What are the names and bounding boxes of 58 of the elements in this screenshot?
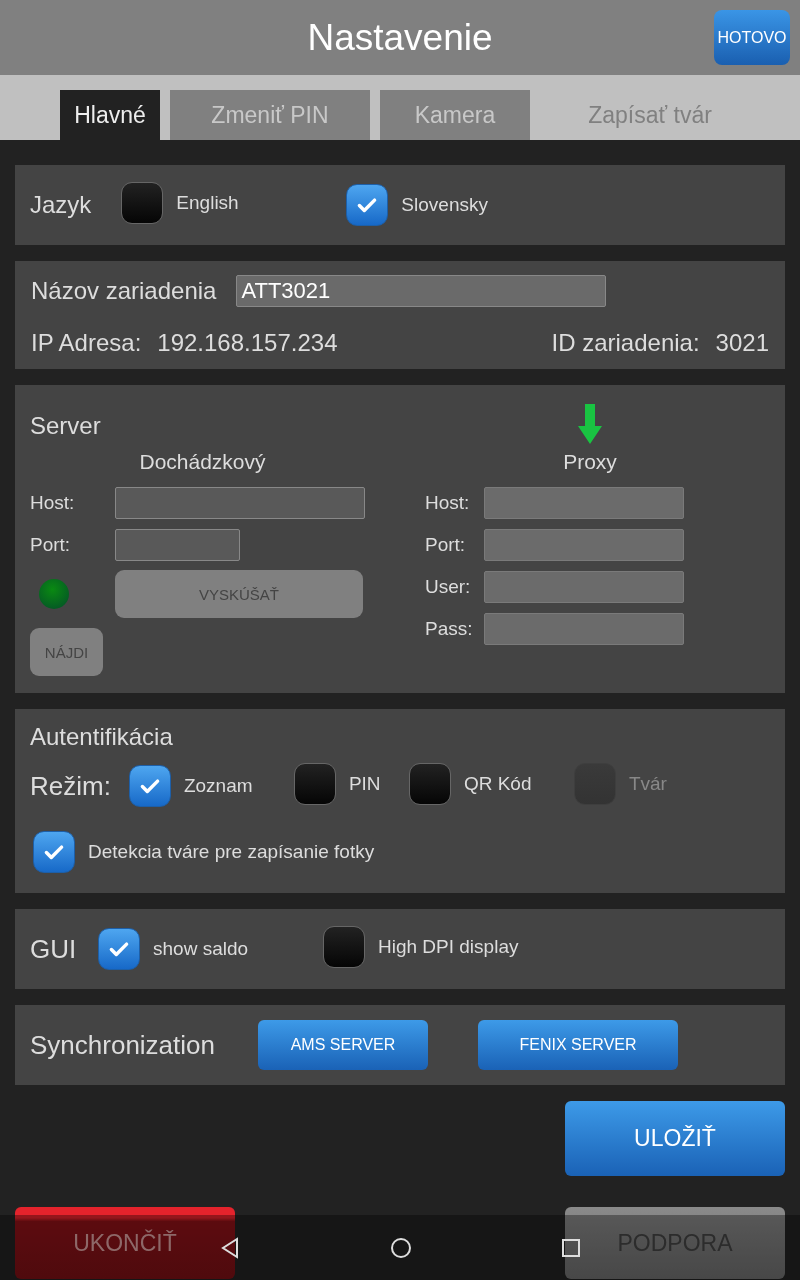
column-heading: Dochádzkový bbox=[139, 450, 266, 474]
text-field[interactable] bbox=[484, 571, 684, 603]
back-icon[interactable] bbox=[220, 1236, 240, 1259]
text-field[interactable] bbox=[484, 487, 684, 519]
checkbox[interactable] bbox=[293, 763, 336, 805]
checkbox[interactable] bbox=[98, 928, 140, 970]
checkbox[interactable] bbox=[128, 765, 171, 807]
text-field[interactable] bbox=[484, 613, 684, 645]
device-name-field[interactable]: ATT3021 bbox=[236, 275, 607, 307]
device-id-label: ID zariadenia: bbox=[551, 329, 700, 357]
option-label: show saldo bbox=[153, 938, 249, 960]
column-heading: Proxy bbox=[563, 450, 617, 474]
quit-button[interactable]: UKONČIŤ bbox=[15, 1207, 235, 1279]
done-button[interactable]: HOTOVO bbox=[714, 10, 790, 65]
text-field[interactable] bbox=[115, 487, 365, 519]
option-label: Slovensky bbox=[401, 194, 488, 216]
field-label: Port: bbox=[425, 534, 467, 556]
checkbox[interactable] bbox=[346, 184, 389, 226]
field-label: Pass: bbox=[425, 618, 474, 640]
ip-address-value: 192.168.157.234 bbox=[157, 329, 338, 357]
text-field[interactable] bbox=[484, 529, 684, 561]
section-label: GUI bbox=[30, 933, 78, 965]
option-label: Tvár bbox=[628, 773, 667, 795]
checkbox[interactable] bbox=[121, 182, 164, 224]
option-label: Zoznam bbox=[183, 775, 253, 797]
tab[interactable]: Zmeniť PIN bbox=[170, 90, 370, 140]
option-label: QR Kód bbox=[463, 773, 532, 795]
server-button[interactable]: FENIX SERVER bbox=[478, 1020, 678, 1070]
server-button[interactable]: AMS SERVER bbox=[258, 1020, 428, 1070]
checkbox[interactable] bbox=[323, 926, 365, 968]
option-label: Detekcia tváre pre zapísanie fotky bbox=[88, 841, 375, 863]
text-field[interactable] bbox=[115, 529, 240, 561]
ip-address-label: IP Adresa: bbox=[31, 329, 142, 357]
field-label: Port: bbox=[30, 534, 72, 556]
field-label: Host: bbox=[425, 492, 471, 514]
test-button[interactable]: VYSKÚŠAŤ bbox=[115, 570, 363, 618]
section-title: Server bbox=[30, 412, 102, 441]
field-label: User: bbox=[425, 576, 472, 598]
section-label: Jazyk bbox=[30, 191, 92, 219]
checkbox[interactable] bbox=[408, 763, 451, 805]
tab[interactable]: Hlavné bbox=[60, 90, 160, 140]
option-label: English bbox=[176, 192, 239, 214]
option-label: High DPI display bbox=[378, 936, 519, 958]
option-label: PIN bbox=[348, 773, 381, 795]
checkbox[interactable] bbox=[33, 831, 75, 873]
home-icon[interactable] bbox=[390, 1236, 412, 1259]
device-id-value: 3021 bbox=[715, 329, 769, 357]
tab[interactable]: Kamera bbox=[380, 90, 530, 140]
section-title: Autentifikácia bbox=[30, 723, 174, 751]
field-label: Host: bbox=[30, 492, 76, 514]
recent-apps-icon[interactable] bbox=[562, 1238, 580, 1257]
field-label: Názov zariadenia bbox=[31, 277, 217, 305]
screen-title: Nastavenie bbox=[307, 16, 493, 59]
section-label: Synchronization bbox=[30, 1029, 216, 1061]
save-button[interactable]: ULOŽIŤ bbox=[565, 1101, 785, 1176]
find-button[interactable]: NÁJDI bbox=[30, 628, 103, 676]
down-arrow-icon bbox=[578, 404, 602, 444]
mode-label: Režim: bbox=[30, 770, 111, 802]
